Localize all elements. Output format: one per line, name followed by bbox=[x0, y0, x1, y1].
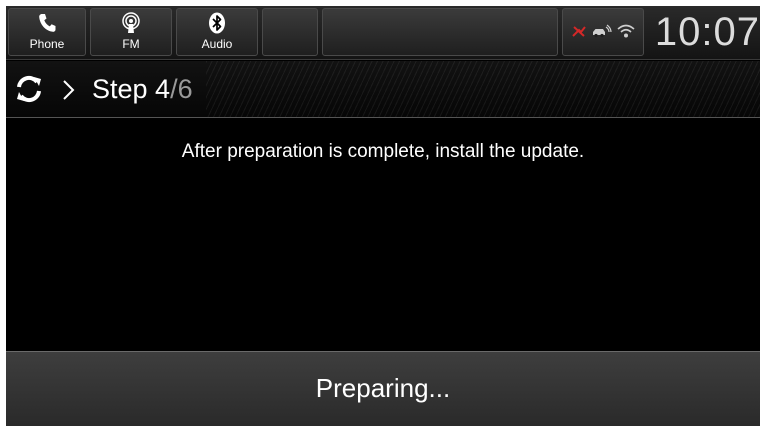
fm-button-label: FM bbox=[122, 37, 140, 51]
phone-button[interactable]: Phone bbox=[8, 8, 86, 56]
update-message: After preparation is complete, install t… bbox=[181, 141, 585, 162]
empty-shortcut-slot-1[interactable] bbox=[262, 8, 318, 56]
audio-button-label: Audio bbox=[201, 37, 233, 51]
step-total: /6 bbox=[170, 74, 193, 104]
clock: 10:07 bbox=[654, 10, 760, 54]
head-unit-screen: Phone FM Audio 10:07 Step 4/6 After prep… bbox=[6, 6, 760, 426]
status-bar: Phone FM Audio 10:07 bbox=[6, 6, 760, 60]
empty-shortcut-slot-2[interactable] bbox=[322, 8, 558, 56]
sync-icon bbox=[14, 74, 44, 104]
status-indicators bbox=[562, 8, 644, 56]
bluetooth-icon bbox=[177, 12, 257, 34]
chevron-right-icon bbox=[62, 79, 76, 101]
preparing-status: Preparing... bbox=[315, 373, 451, 403]
car-wifi-icon bbox=[592, 23, 612, 42]
update-header: Step 4/6 bbox=[6, 61, 760, 118]
audio-button[interactable]: Audio bbox=[176, 8, 258, 56]
progress-footer: Preparing... bbox=[6, 351, 760, 426]
connection-error-icon bbox=[571, 23, 587, 42]
phone-button-label: Phone bbox=[29, 37, 65, 51]
phone-icon bbox=[9, 12, 85, 34]
step-current: Step 4 bbox=[92, 74, 171, 104]
wifi-icon bbox=[617, 23, 635, 42]
fm-button[interactable]: FM bbox=[90, 8, 172, 56]
header-pattern bbox=[206, 61, 760, 117]
step-indicator: Step 4/6 bbox=[92, 71, 193, 107]
radio-icon bbox=[91, 12, 171, 34]
